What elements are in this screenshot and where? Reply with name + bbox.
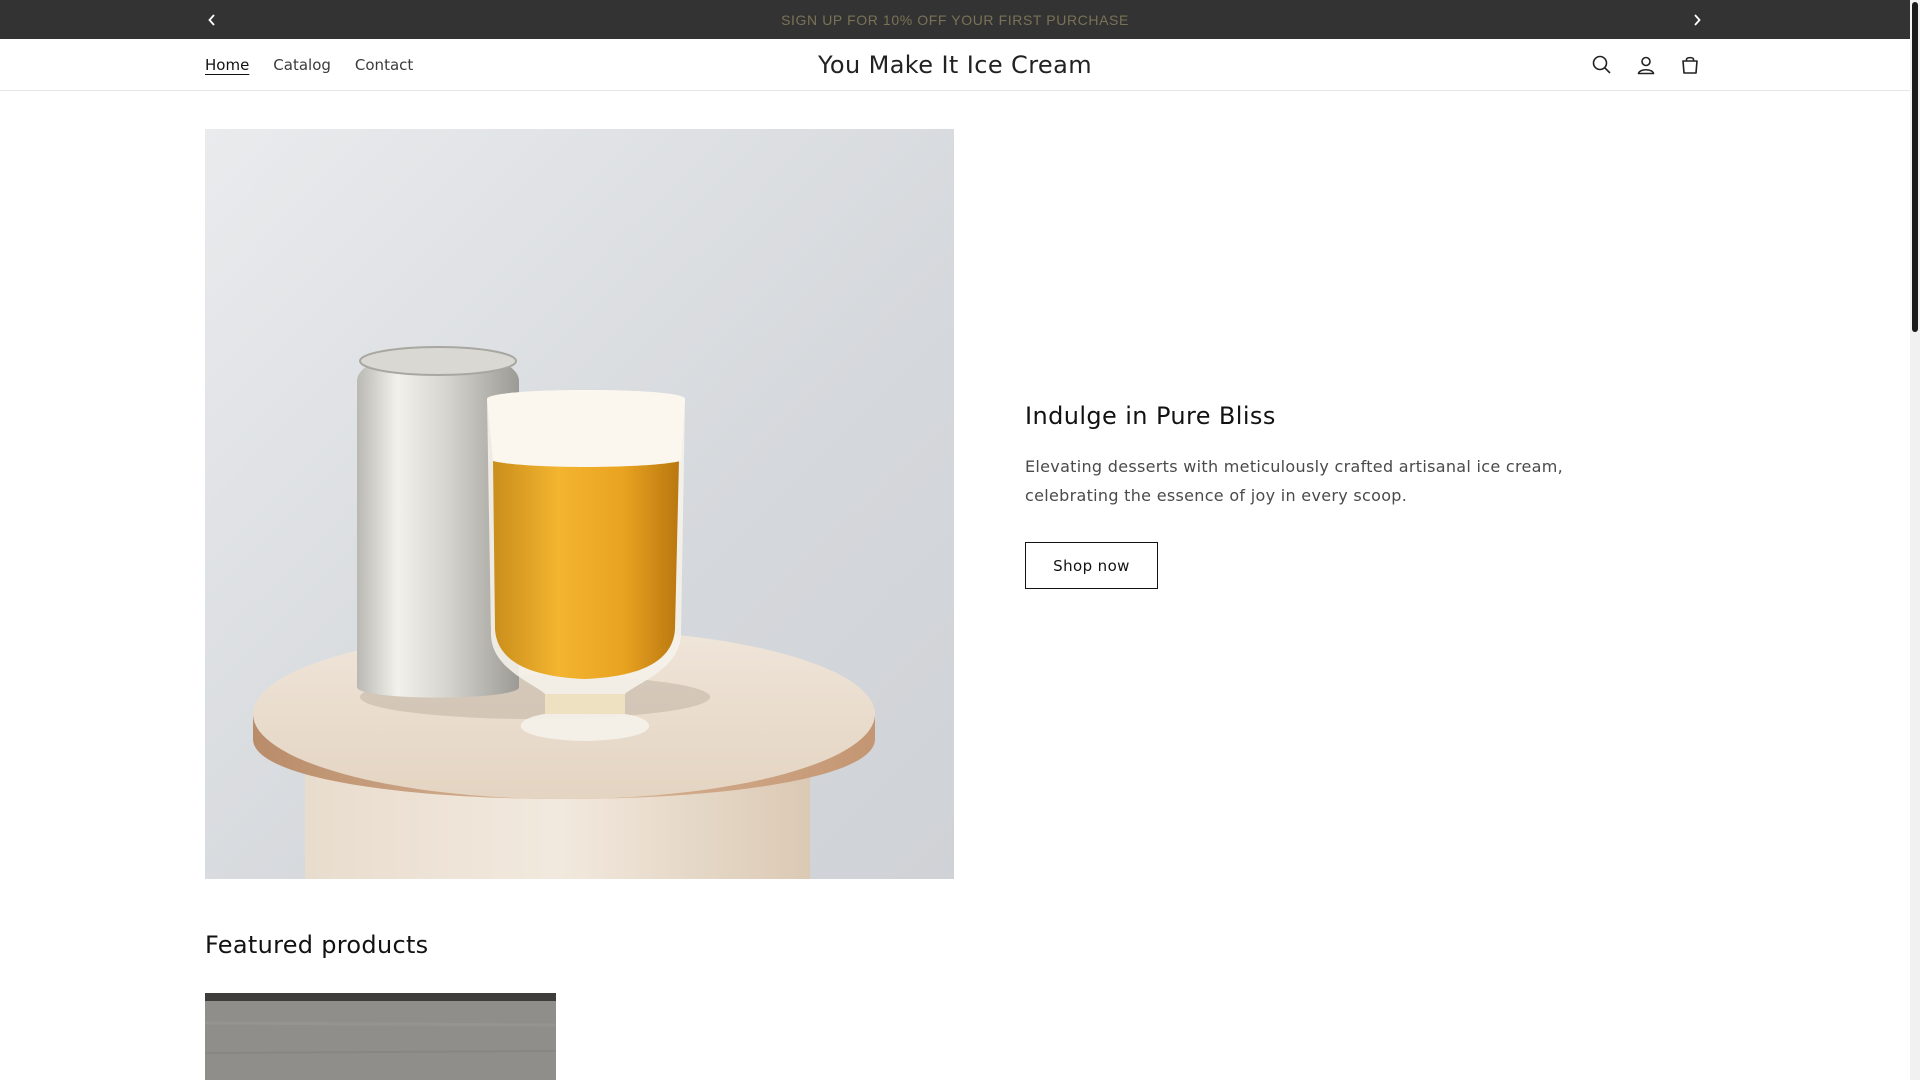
- product-card[interactable]: [205, 993, 556, 1080]
- nav-item-catalog[interactable]: Catalog: [273, 56, 331, 74]
- hero-illustration: [253, 346, 875, 879]
- page-scrollbar[interactable]: [1910, 0, 1920, 1080]
- account-button[interactable]: [1624, 43, 1668, 87]
- search-icon: [1592, 55, 1611, 74]
- chevron-left-icon: [208, 13, 215, 26]
- announcement-message[interactable]: SIGN UP FOR 10% OFF YOUR FIRST PURCHASE: [781, 12, 1129, 28]
- hero-title: Indulge in Pure Bliss: [1025, 402, 1276, 430]
- chevron-right-icon: [1694, 13, 1701, 26]
- hero-description: Elevating desserts with meticulously cra…: [1025, 457, 1564, 505]
- hero-content: Indulge in Pure Bliss Elevating desserts…: [1025, 402, 1625, 589]
- site-logo[interactable]: You Make It Ice Cream: [818, 51, 1092, 79]
- cart-icon: [1682, 56, 1698, 74]
- announcement-bar: SIGN UP FOR 10% OFF YOUR FIRST PURCHASE: [0, 0, 1910, 39]
- hero-image: [205, 129, 954, 879]
- nav-item-contact[interactable]: Contact: [355, 56, 413, 74]
- scrollbar-thumb[interactable]: [1912, 2, 1918, 332]
- main-nav: Home Catalog Contact: [205, 39, 437, 91]
- cart-button[interactable]: [1668, 43, 1712, 87]
- search-button[interactable]: [1580, 43, 1624, 87]
- site-header: Home Catalog Contact You Make It Ice Cre…: [0, 39, 1910, 91]
- account-icon: [1637, 56, 1655, 75]
- shop-now-button[interactable]: Shop now: [1025, 542, 1158, 589]
- header-icons: [1580, 39, 1712, 91]
- product-image: [205, 993, 556, 1080]
- announcement-prev-button[interactable]: [197, 0, 227, 39]
- announcement-next-button[interactable]: [1682, 0, 1712, 39]
- nav-item-home[interactable]: Home: [205, 56, 249, 74]
- featured-products-title: Featured products: [205, 931, 429, 959]
